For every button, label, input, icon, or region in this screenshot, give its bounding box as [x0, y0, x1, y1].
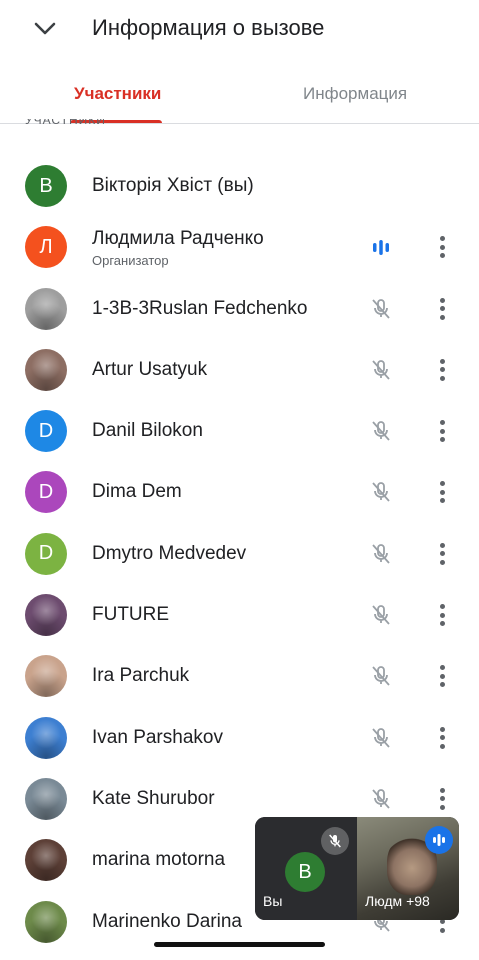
header: Информация о вызове — [0, 0, 479, 62]
avatar: D — [25, 532, 67, 575]
participant-name: Danil Bilokon — [92, 420, 203, 442]
participant-name: Artur Usatyuk — [92, 358, 208, 380]
pip-speaker-tile: Людм +98 — [357, 817, 459, 920]
participant-row[interactable]: D Danil Bilokon — [0, 400, 479, 461]
avatar-photo — [25, 716, 67, 759]
avatar-photo — [25, 594, 67, 637]
avatar: D — [25, 471, 67, 514]
mic-off-icon — [369, 603, 393, 627]
collapse-button[interactable] — [30, 14, 60, 44]
page-title: Информация о вызове — [92, 15, 325, 40]
participant-name: Ivan Parshakov — [92, 726, 223, 748]
mic-off-icon — [369, 358, 393, 382]
more-options-icon[interactable] — [432, 478, 452, 506]
speaking-icon — [425, 826, 453, 854]
avatar-photo — [25, 287, 67, 330]
participant-name: Dmytro Medvedev — [92, 542, 247, 564]
mic-off-icon — [369, 664, 393, 688]
participant-name: Вікторія Хвіст (вы) — [92, 175, 254, 196]
participant-name: 1-3В-3Ruslan Fedchenko — [92, 297, 308, 319]
more-options-icon[interactable] — [432, 295, 452, 323]
participant-row[interactable]: В Вікторія Хвіст (вы) — [0, 155, 479, 216]
more-options-icon[interactable] — [432, 540, 452, 568]
participant-row[interactable]: Ira Parchuk — [0, 645, 479, 706]
more-options-icon[interactable] — [432, 785, 452, 813]
participant-row[interactable]: Л Людмила Радченко Организатор — [0, 216, 479, 277]
participant-role: Организатор — [92, 253, 169, 269]
avatar: D — [25, 410, 67, 453]
mic-off-icon — [369, 787, 393, 811]
more-options-icon[interactable] — [432, 662, 452, 690]
participant-row[interactable]: FUTURE — [0, 584, 479, 645]
avatar-photo — [25, 777, 67, 820]
avatar: Л — [25, 226, 67, 269]
pip-self-label: Вы — [263, 893, 283, 909]
mic-off-icon — [369, 419, 393, 443]
more-options-icon[interactable] — [432, 233, 452, 261]
mic-off-icon — [369, 542, 393, 566]
more-options-icon[interactable] — [432, 601, 452, 629]
picture-in-picture[interactable]: В Вы Людм +98 — [255, 817, 459, 920]
mic-off-icon — [369, 297, 393, 321]
home-indicator[interactable] — [154, 942, 325, 947]
speaking-icon — [369, 235, 393, 259]
section-label: УЧАСТНИКИ — [25, 119, 106, 127]
participant-name: Ira Parchuk — [92, 665, 190, 687]
more-options-icon[interactable] — [432, 417, 452, 445]
participant-name: Marinenko Darina — [92, 910, 242, 932]
avatar: В — [285, 852, 325, 892]
participant-row[interactable]: D Dmytro Medvedev — [0, 523, 479, 584]
participant-name: Dima Dem — [92, 481, 182, 503]
participant-name: Kate Shurubor — [92, 787, 215, 809]
mic-off-icon — [321, 827, 349, 855]
avatar-photo — [25, 839, 67, 882]
participant-row[interactable]: D Dima Dem — [0, 461, 479, 522]
participant-row[interactable]: 1-3В-3Ruslan Fedchenko — [0, 278, 479, 339]
more-options-icon[interactable] — [432, 724, 452, 752]
mic-off-icon — [369, 726, 393, 750]
participant-name: marina motorna — [92, 849, 226, 871]
participant-name: Людмила Радченко — [92, 228, 264, 250]
more-options-icon[interactable] — [432, 356, 452, 384]
chevron-down-icon — [34, 22, 56, 35]
participant-name: FUTURE — [92, 604, 170, 626]
pip-speaker-label: Людм +98 — [365, 893, 430, 909]
tab-participants[interactable]: Участники — [74, 84, 161, 104]
pip-self-tile: В Вы — [255, 817, 357, 920]
participant-row[interactable]: Ivan Parshakov — [0, 707, 479, 768]
participant-row[interactable]: Artur Usatyuk — [0, 339, 479, 400]
mic-off-icon — [369, 480, 393, 504]
avatar: В — [25, 165, 67, 207]
avatar-photo — [25, 655, 67, 698]
tab-bar: Участники Информация — [0, 70, 479, 124]
avatar-photo — [25, 348, 67, 391]
tab-information[interactable]: Информация — [303, 84, 407, 104]
avatar-photo — [25, 900, 67, 943]
